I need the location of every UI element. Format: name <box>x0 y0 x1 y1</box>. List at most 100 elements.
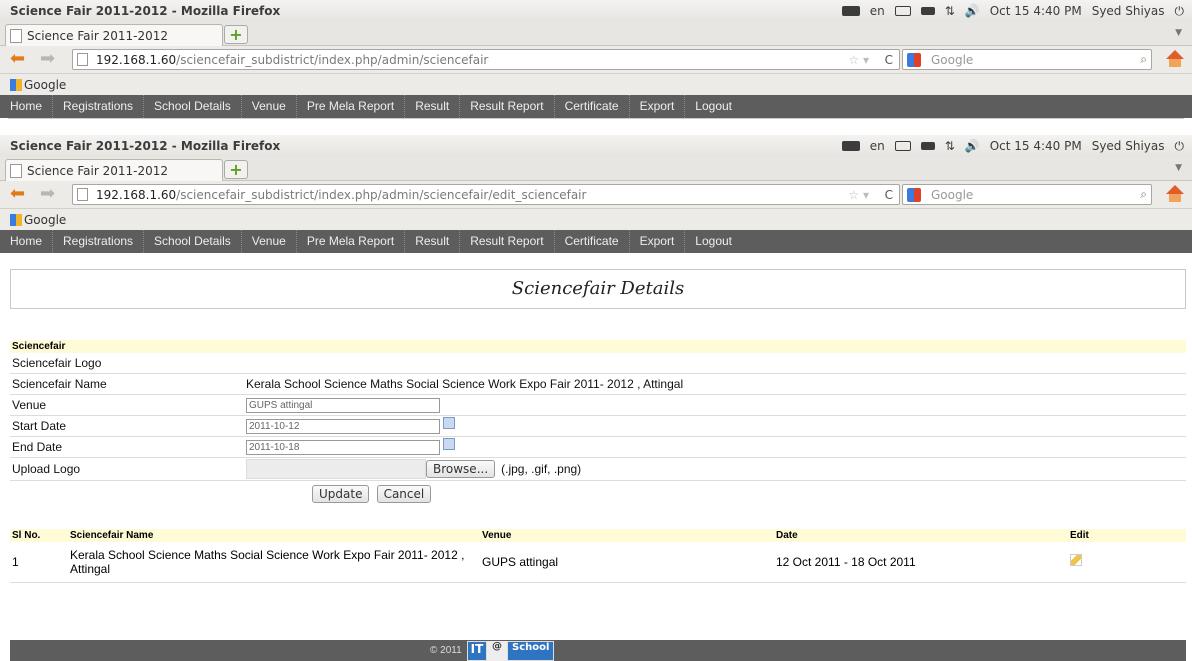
search-bar[interactable]: Google ⌕ <box>902 49 1152 70</box>
end-date-input[interactable] <box>246 439 440 455</box>
menu-export[interactable]: Export <box>630 230 686 253</box>
form-row-logo: Sciencefair Logo <box>10 353 1186 374</box>
menu-pre-mela-report[interactable]: Pre Mela Report <box>297 95 406 118</box>
menu-result[interactable]: Result <box>405 230 461 253</box>
start-date-label: Start Date <box>12 419 67 433</box>
google-icon[interactable] <box>907 53 921 67</box>
menu-logout[interactable]: Logout <box>685 95 742 118</box>
calendar-icon[interactable] <box>443 417 455 429</box>
menu-result-report[interactable]: Result Report <box>460 95 555 118</box>
search-icon[interactable]: ⌕ <box>1140 52 1147 67</box>
clock[interactable]: Oct 15 4:40 PM <box>990 4 1082 18</box>
power-icon[interactable]: ⏻ <box>1175 4 1185 19</box>
volume-icon[interactable]: 🔊 <box>965 4 980 18</box>
menu-result-report[interactable]: Result Report <box>460 230 555 253</box>
user-name[interactable]: Syed Shiyas <box>1092 4 1165 18</box>
power-icon[interactable]: ⏻ <box>1175 139 1185 154</box>
tab-list-icon[interactable]: ▼ <box>1175 163 1182 173</box>
browser-tab[interactable]: Science Fair 2011-2012 <box>5 24 223 46</box>
menu-registrations[interactable]: Registrations <box>53 230 145 253</box>
search-placeholder: Google <box>931 187 974 202</box>
forward-button[interactable]: ➡ <box>40 50 55 68</box>
page-icon <box>77 53 88 66</box>
url-bar[interactable]: 192.168.1.60/sciencefair_subdistrict/ind… <box>72 49 900 70</box>
bookmark-google[interactable]: Google <box>24 213 66 227</box>
cell-date: 12 Oct 2011 - 18 Oct 2011 <box>774 542 1068 583</box>
url-bar[interactable]: 192.168.1.60/sciencefair_subdistrict/ind… <box>72 184 900 205</box>
browse-button[interactable]: Browse... <box>426 460 496 478</box>
page-icon <box>10 28 22 43</box>
menu-school-details[interactable]: School Details <box>144 95 242 118</box>
forward-button[interactable]: ➡ <box>40 185 55 203</box>
file-path-field[interactable] <box>246 459 426 479</box>
file-types-hint: (.jpg, .gif, .png) <box>501 462 582 476</box>
navigation-toolbar: ⬅ ➡ 192.168.1.60/sciencefair_subdistrict… <box>0 46 1192 74</box>
volume-icon[interactable]: 🔊 <box>965 139 980 153</box>
system-tray: en ⇅ 🔊 Oct 15 4:40 PM Syed Shiyas ⏻ <box>841 135 1185 157</box>
cancel-button[interactable]: Cancel <box>376 485 432 503</box>
url-host: 192.168.1.60 <box>96 52 177 67</box>
bookmark-star-icon[interactable]: ☆ ▾ <box>848 188 869 202</box>
battery-icon[interactable] <box>920 142 935 150</box>
menu-logout[interactable]: Logout <box>685 230 742 253</box>
new-tab-button[interactable]: + <box>224 25 248 44</box>
cell-sl: 1 <box>10 542 68 583</box>
col-name: Sciencefair Name <box>68 529 480 542</box>
search-bar[interactable]: Google ⌕ <box>902 184 1152 205</box>
lang-indicator[interactable]: en <box>870 139 885 153</box>
browser-tab[interactable]: Science Fair 2011-2012 <box>5 159 223 181</box>
home-icon[interactable] <box>1166 50 1184 68</box>
back-button[interactable]: ⬅ <box>10 185 25 203</box>
reload-icon[interactable]: C <box>885 188 893 202</box>
reload-icon[interactable]: C <box>885 53 893 67</box>
new-tab-button[interactable]: + <box>224 160 248 179</box>
bookmark-star-icon[interactable]: ☆ ▾ <box>848 53 869 67</box>
form-row-name: Sciencefair Name Kerala School Science M… <box>10 374 1186 395</box>
clock[interactable]: Oct 15 4:40 PM <box>990 139 1082 153</box>
col-venue: Venue <box>480 529 774 542</box>
venue-input[interactable] <box>246 397 440 413</box>
calendar-icon[interactable] <box>443 438 455 450</box>
menu-venue[interactable]: Venue <box>242 230 297 253</box>
form-row-venue: Venue <box>10 395 1186 416</box>
back-button[interactable]: ⬅ <box>10 50 25 68</box>
user-name[interactable]: Syed Shiyas <box>1092 139 1165 153</box>
battery-icon[interactable] <box>920 7 935 15</box>
menu-registrations[interactable]: Registrations <box>53 95 145 118</box>
venue-label: Venue <box>12 398 47 412</box>
home-icon[interactable] <box>1166 185 1184 203</box>
menu-home[interactable]: Home <box>0 95 54 118</box>
name-value: Kerala School Science Maths Social Scien… <box>246 377 684 391</box>
tab-list-icon[interactable]: ▼ <box>1175 28 1182 38</box>
bookmark-google[interactable]: Google <box>24 78 66 92</box>
start-date-input[interactable] <box>246 418 440 434</box>
browser-window-back: Science Fair 2011-2012 - Mozilla Firefox… <box>0 0 1192 135</box>
edit-pencil-icon[interactable] <box>1070 554 1082 567</box>
bookmarks-toolbar: Google <box>0 209 1192 230</box>
tab-strip: Science Fair 2011-2012 + ▼ <box>0 22 1192 46</box>
menu-certificate[interactable]: Certificate <box>555 230 630 253</box>
network-icon[interactable]: ⇅ <box>945 139 955 153</box>
menu-school-details[interactable]: School Details <box>144 230 242 253</box>
search-icon[interactable]: ⌕ <box>1140 187 1147 202</box>
system-tray: en ⇅ 🔊 Oct 15 4:40 PM Syed Shiyas ⏻ <box>841 0 1185 22</box>
keyboard-icon[interactable] <box>841 6 860 16</box>
menu-pre-mela-report[interactable]: Pre Mela Report <box>297 230 406 253</box>
menu-home[interactable]: Home <box>0 230 54 253</box>
mail-icon[interactable] <box>894 6 911 16</box>
window-titlebar: Science Fair 2011-2012 - Mozilla Firefox… <box>0 0 1192 22</box>
tab-label: Science Fair 2011-2012 <box>27 28 168 43</box>
menu-certificate[interactable]: Certificate <box>555 95 630 118</box>
menu-venue[interactable]: Venue <box>242 95 297 118</box>
network-icon[interactable]: ⇅ <box>945 4 955 18</box>
google-icon[interactable] <box>907 188 921 202</box>
update-button[interactable]: Update <box>312 485 370 503</box>
mail-icon[interactable] <box>894 141 911 151</box>
keyboard-icon[interactable] <box>841 141 860 151</box>
app-menu: Home Registrations School Details Venue … <box>0 230 1192 253</box>
menu-export[interactable]: Export <box>630 95 686 118</box>
cell-venue: GUPS attingal <box>480 542 774 583</box>
menu-result[interactable]: Result <box>405 95 461 118</box>
lang-indicator[interactable]: en <box>870 4 885 18</box>
form-row-upload: Upload Logo Browse... (.jpg, .gif, .png) <box>10 458 1186 481</box>
